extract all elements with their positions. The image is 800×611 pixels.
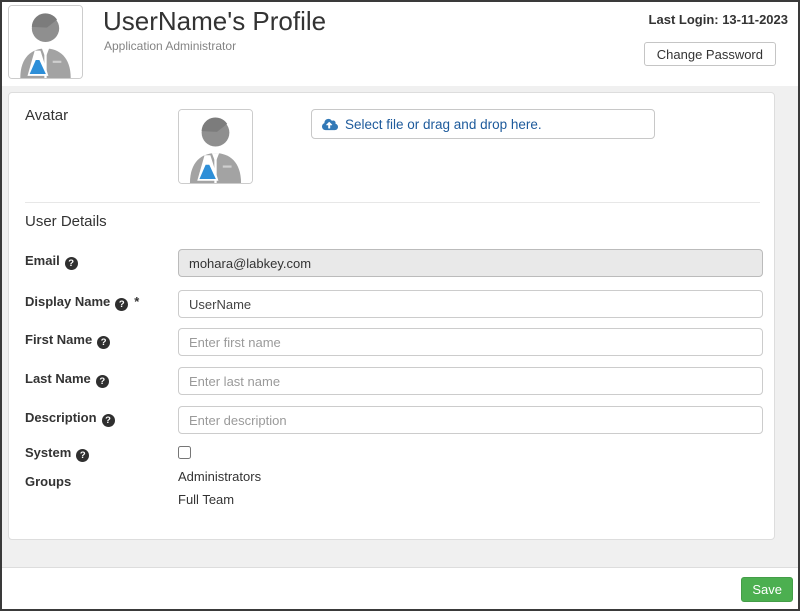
help-icon[interactable]: ? bbox=[102, 414, 115, 427]
footer-bar: Save bbox=[2, 567, 798, 609]
help-icon[interactable]: ? bbox=[96, 375, 109, 388]
groups-label: Groups bbox=[25, 474, 71, 489]
change-password-button[interactable]: Change Password bbox=[644, 42, 776, 66]
scientist-avatar-icon bbox=[9, 6, 82, 78]
groups-list: Administrators Full Team bbox=[178, 465, 261, 511]
help-icon[interactable]: ? bbox=[115, 298, 128, 311]
save-button[interactable]: Save bbox=[741, 577, 793, 602]
display-name-field[interactable] bbox=[178, 290, 763, 318]
cloud-upload-icon bbox=[322, 118, 338, 131]
scientist-avatar-icon bbox=[179, 110, 252, 183]
help-icon[interactable]: ? bbox=[76, 449, 89, 462]
avatar-section-label: Avatar bbox=[25, 107, 68, 124]
email-field[interactable] bbox=[178, 249, 763, 277]
header-avatar bbox=[8, 5, 83, 79]
section-divider bbox=[25, 202, 760, 203]
group-item: Full Team bbox=[178, 488, 261, 511]
last-name-field[interactable] bbox=[178, 367, 763, 395]
profile-page: UserName's Profile Application Administr… bbox=[0, 0, 800, 611]
current-avatar-image bbox=[178, 109, 253, 184]
system-checkbox[interactable] bbox=[178, 446, 191, 459]
user-details-heading: User Details bbox=[25, 213, 107, 230]
group-item: Administrators bbox=[178, 465, 261, 488]
required-asterisk: * bbox=[134, 294, 139, 309]
avatar-file-dropzone[interactable]: Select file or drag and drop here. bbox=[311, 109, 655, 139]
first-name-label: First Name? bbox=[25, 332, 110, 349]
profile-form-panel: Avatar Select file or drag and drop here… bbox=[8, 92, 775, 540]
help-icon[interactable]: ? bbox=[65, 257, 78, 270]
page-title: UserName's Profile bbox=[103, 6, 326, 37]
description-field[interactable] bbox=[178, 406, 763, 434]
first-name-field[interactable] bbox=[178, 328, 763, 356]
display-name-label: Display Name?* bbox=[25, 294, 139, 311]
dropzone-label: Select file or drag and drop here. bbox=[345, 117, 542, 132]
page-header: UserName's Profile Application Administr… bbox=[2, 2, 798, 86]
last-name-label: Last Name? bbox=[25, 371, 109, 388]
description-label: Description? bbox=[25, 410, 115, 427]
help-icon[interactable]: ? bbox=[97, 336, 110, 349]
page-subtitle: Application Administrator bbox=[104, 39, 236, 53]
last-login-text: Last Login: 13-11-2023 bbox=[649, 12, 788, 27]
system-label: System? bbox=[25, 445, 89, 462]
email-label: Email? bbox=[25, 253, 78, 270]
